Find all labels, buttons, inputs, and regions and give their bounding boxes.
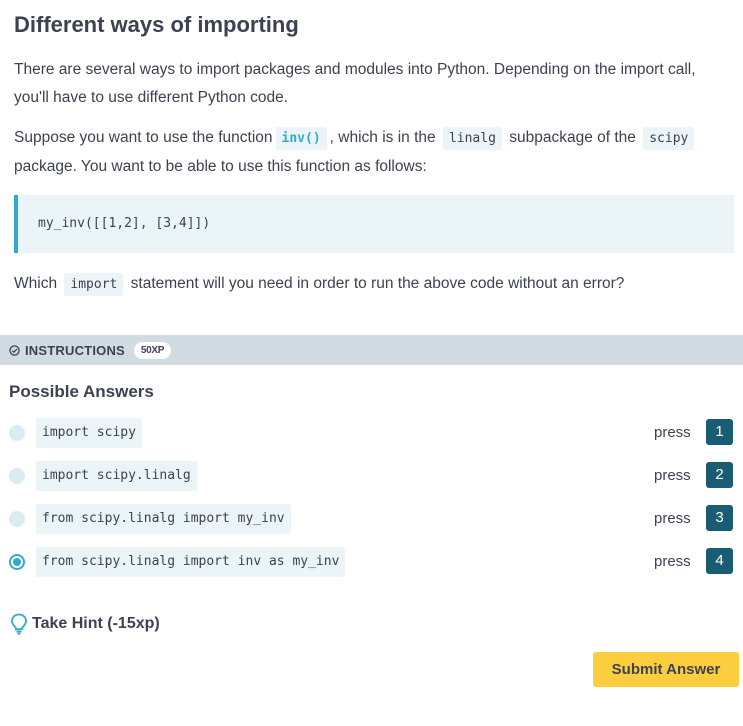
answer-option-1[interactable]: import scipy press 1	[0, 418, 743, 448]
context-text-4: package. You want to be able to use this…	[14, 158, 427, 175]
take-hint-label[interactable]: Take Hint (-15xp)	[32, 615, 160, 633]
question-text-1: Which	[14, 275, 58, 292]
take-hint-link[interactable]: Take Hint (-15xp)	[10, 612, 160, 636]
context-text-1: Suppose you want to use the function	[14, 129, 273, 146]
radio-button[interactable]	[9, 468, 25, 484]
press-label: press	[654, 510, 691, 527]
inline-code-linalg: linalg	[442, 127, 502, 150]
answer-option-4[interactable]: from scipy.linalg import inv as my_inv p…	[0, 547, 743, 577]
inline-code-inv: inv()	[275, 127, 327, 150]
answer-option-2[interactable]: import scipy.linalg press 2	[0, 461, 743, 491]
keyboard-shortcut-key: 1	[706, 419, 733, 445]
press-label: press	[654, 553, 691, 570]
answer-text[interactable]: import scipy	[36, 418, 142, 448]
answer-option-3[interactable]: from scipy.linalg import my_inv press 3	[0, 504, 743, 534]
inline-code-import: import	[64, 273, 124, 296]
keyboard-shortcut-key: 2	[706, 462, 733, 488]
answer-text[interactable]: from scipy.linalg import inv as my_inv	[36, 547, 346, 577]
context-text-2: , which is in the	[329, 129, 436, 146]
possible-answers-title: Possible Answers	[9, 382, 154, 401]
exercise-page: Different ways of importing There are se…	[0, 0, 743, 726]
context-paragraph: Suppose you want to use the function inv(…	[14, 124, 733, 181]
answer-text[interactable]: import scipy.linalg	[36, 461, 197, 491]
check-circle-icon	[9, 344, 20, 356]
submit-answer-button[interactable]: Submit Answer	[593, 652, 739, 687]
code-block: my_inv([[1,2], [3,4]])	[14, 195, 734, 253]
exercise-title: Different ways of importing	[14, 12, 299, 37]
lightbulb-icon	[11, 613, 27, 635]
context-text-3: subpackage of the	[509, 129, 636, 146]
xp-badge: 50XP	[133, 341, 172, 359]
intro-paragraph: There are several ways to import package…	[14, 61, 696, 106]
question-paragraph: Which import statement will you need in …	[14, 270, 733, 299]
keyboard-shortcut-key: 3	[706, 505, 733, 531]
instructions-bar: INSTRUCTIONS 50XP	[0, 335, 743, 365]
inline-code-scipy: scipy	[643, 127, 695, 150]
answer-text[interactable]: from scipy.linalg import my_inv	[36, 504, 291, 534]
code-block-text: my_inv([[1,2], [3,4]])	[38, 216, 211, 231]
question-text-2: statement will you need in order to run …	[130, 275, 625, 292]
radio-button-selected[interactable]	[9, 554, 25, 570]
press-label: press	[654, 467, 691, 484]
radio-button[interactable]	[9, 425, 25, 441]
instructions-label: INSTRUCTIONS	[25, 342, 125, 358]
keyboard-shortcut-key: 4	[706, 548, 733, 574]
press-label: press	[654, 424, 691, 441]
radio-button[interactable]	[9, 511, 25, 527]
